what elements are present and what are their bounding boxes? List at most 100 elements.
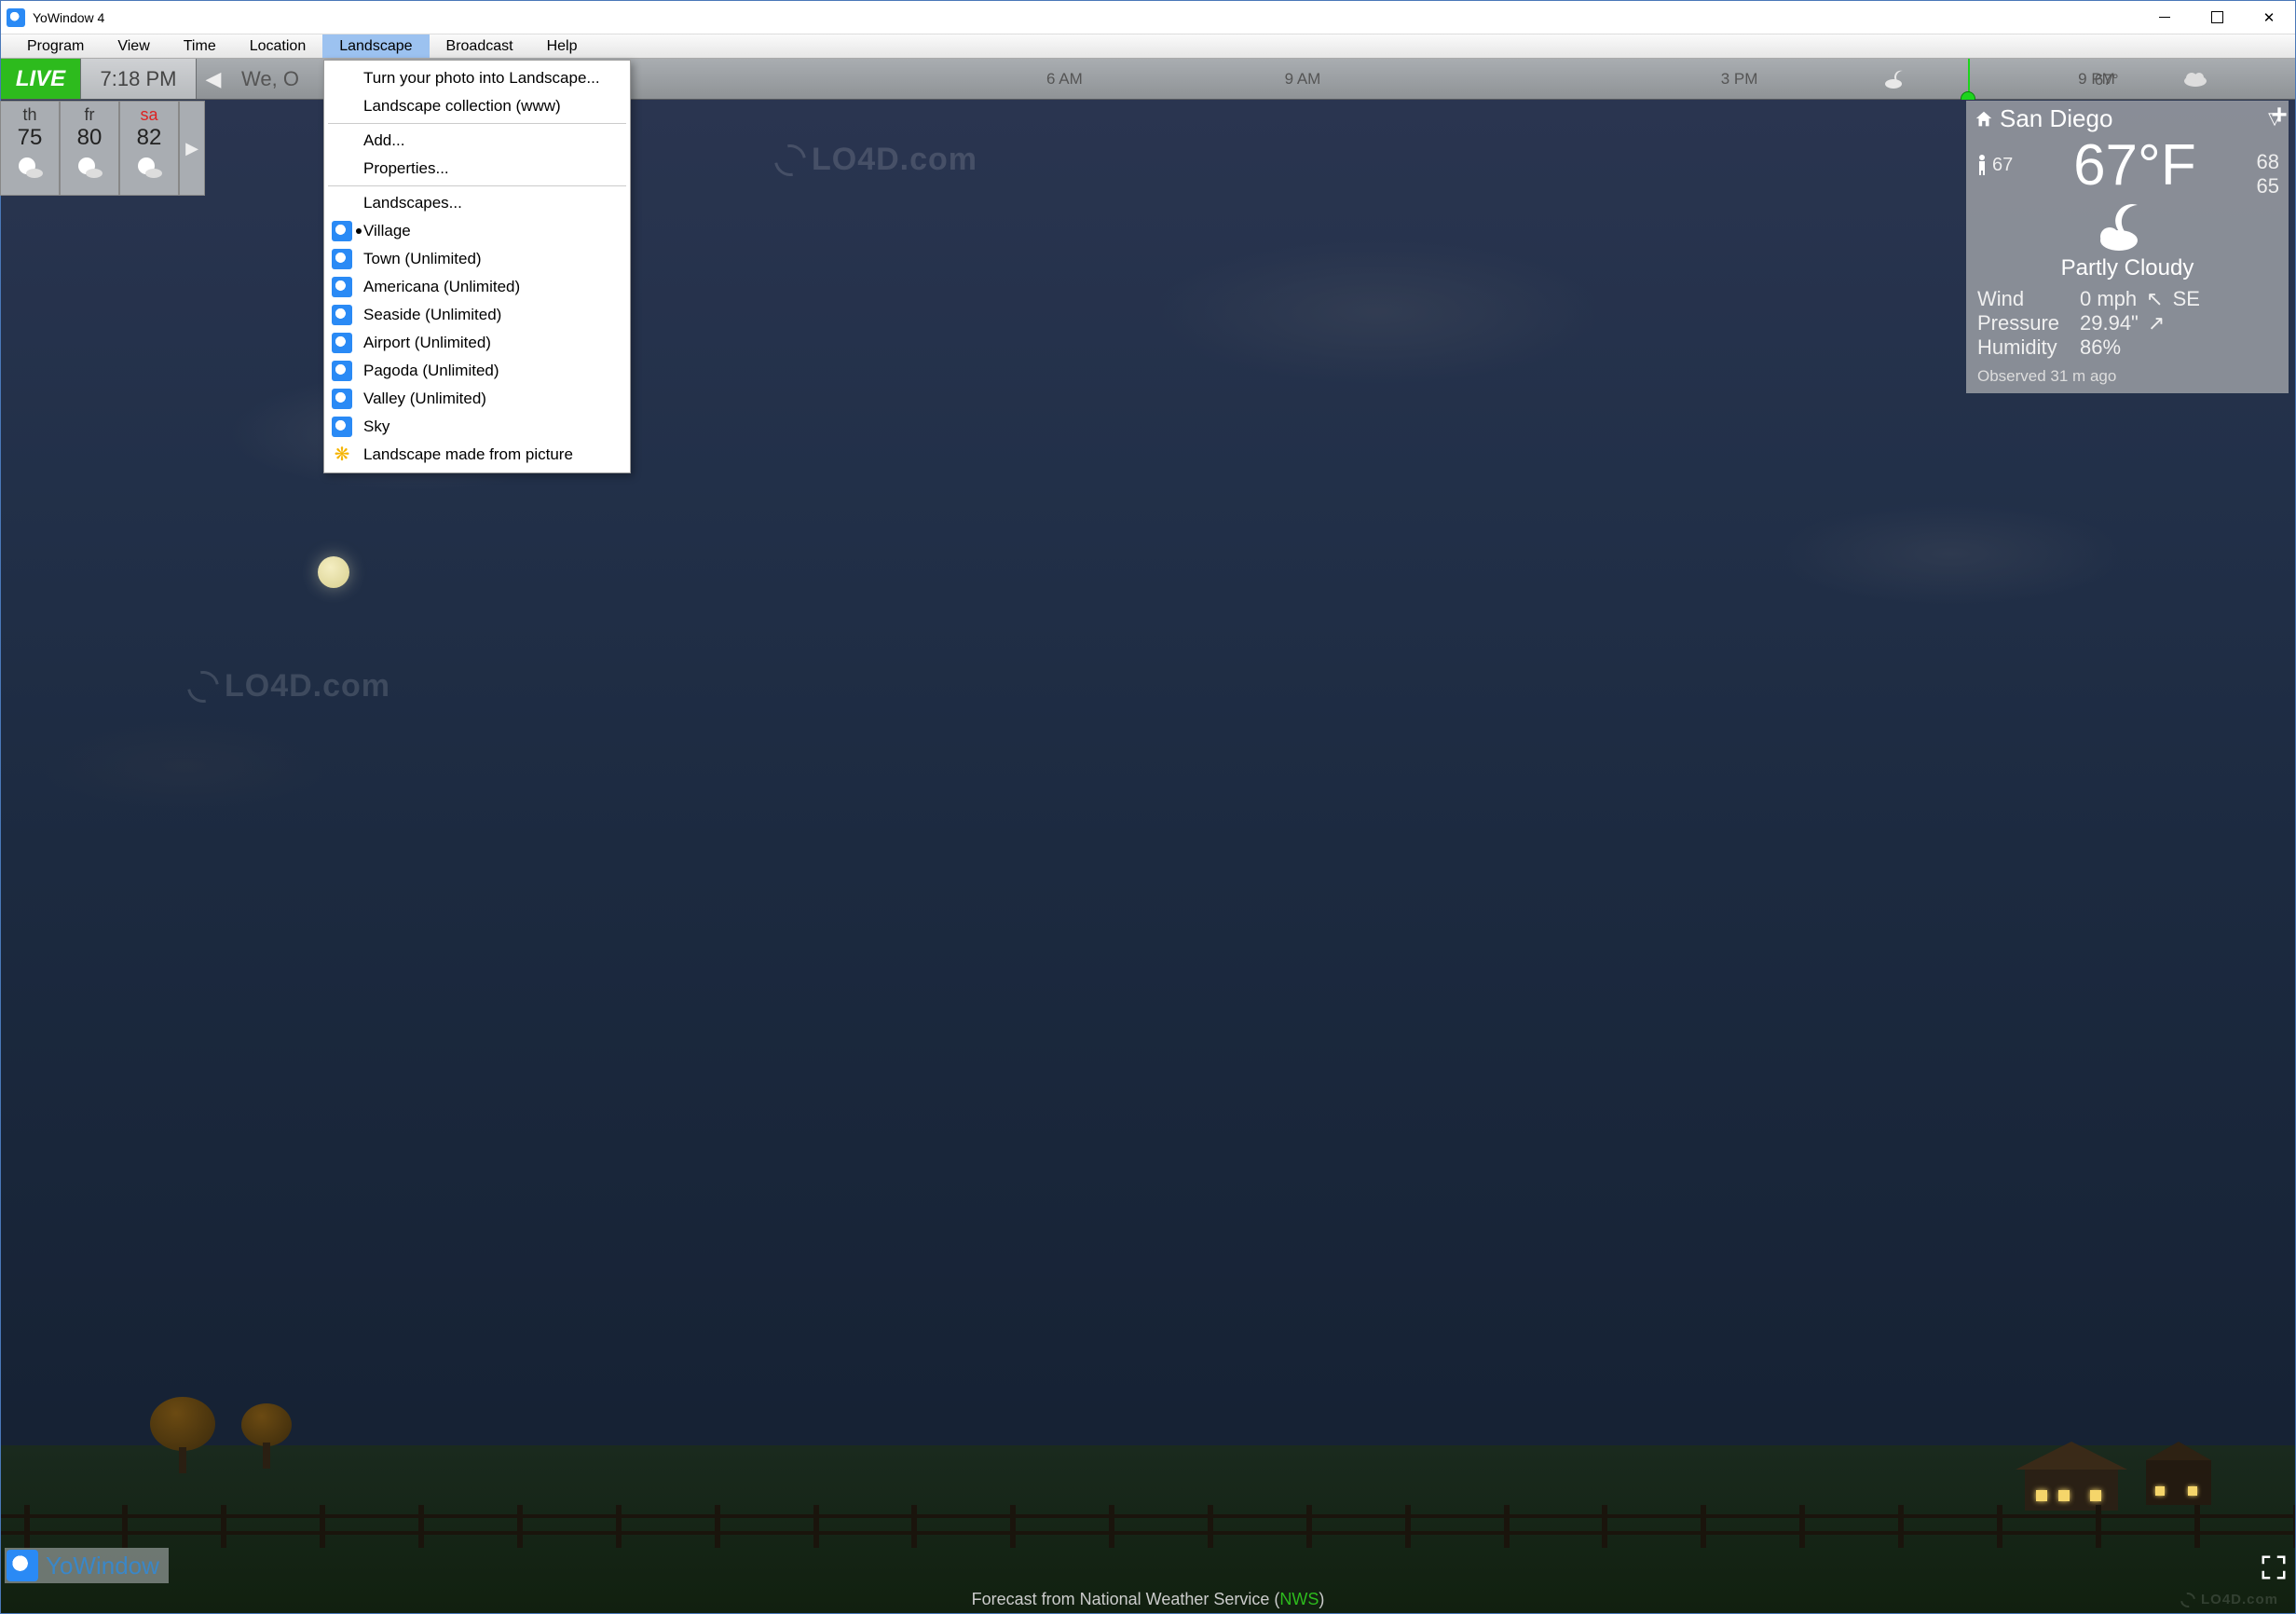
- condition-text: Partly Cloudy: [1966, 255, 2289, 281]
- wind-arrow-icon: ↖: [2146, 287, 2163, 311]
- add-location-button[interactable]: +: [2266, 103, 2292, 129]
- forecast-temp: 82: [137, 125, 162, 151]
- dropdown-item-label: Americana (Unlimited): [363, 278, 520, 295]
- barn: [2146, 1460, 2211, 1505]
- dropdown-item-label: Pagoda (Unlimited): [363, 362, 499, 379]
- timeline-tick: 9 AM: [1285, 70, 1321, 89]
- dropdown-item[interactable]: Landscapes...: [324, 189, 630, 217]
- cloud-icon: [2182, 71, 2208, 88]
- status-bar: Forecast from National Weather Service (…: [1, 1585, 2295, 1613]
- dropdown-item[interactable]: Pagoda (Unlimited): [324, 357, 630, 385]
- forecast-row: th 75 fr 80 sa 82 ▶: [0, 101, 205, 196]
- menubar: Program View Time Location Landscape Bro…: [1, 34, 2295, 59]
- landscape-icon: [332, 221, 352, 241]
- dropdown-item-label: Sky: [363, 417, 390, 435]
- sun-cloud-icon: [74, 155, 105, 181]
- flower-icon: [332, 445, 352, 465]
- temperature-main: 67°F: [2013, 137, 2256, 195]
- landscape-dropdown: Turn your photo into Landscape... Landsca…: [323, 60, 631, 473]
- prev-day-button[interactable]: ◀: [197, 59, 230, 99]
- forecast-card[interactable]: fr 80: [60, 101, 119, 196]
- dropdown-item[interactable]: Town (Unlimited): [324, 245, 630, 273]
- tree: [150, 1399, 215, 1473]
- temperature-value: 67°F: [2013, 137, 2256, 195]
- sun-cloud-icon: [133, 155, 165, 181]
- window-title: YoWindow 4: [33, 10, 104, 25]
- watermark: LO4D.com: [187, 668, 390, 704]
- maximize-button[interactable]: [2191, 1, 2243, 34]
- forecast-card[interactable]: sa 82: [119, 101, 179, 196]
- home-icon: [1974, 109, 1994, 130]
- brand-badge[interactable]: YoWindow: [5, 1548, 169, 1583]
- high-temp: 68: [2257, 150, 2279, 174]
- close-button[interactable]: [2243, 1, 2295, 34]
- timeline-now-marker[interactable]: [1968, 59, 1970, 99]
- current-date[interactable]: We, O: [230, 59, 310, 99]
- dropdown-item[interactable]: Landscape made from picture: [324, 441, 630, 469]
- fullscreen-button[interactable]: [2260, 1553, 2288, 1581]
- forecast-day: th: [22, 105, 36, 125]
- dropdown-item[interactable]: Americana (Unlimited): [324, 273, 630, 301]
- forecast-temp: 75: [18, 125, 43, 151]
- forecast-temp: 80: [77, 125, 102, 151]
- forecast-more-button[interactable]: ▶: [179, 101, 205, 196]
- menu-view[interactable]: View: [101, 34, 166, 58]
- minimize-button[interactable]: [2139, 1, 2191, 34]
- dropdown-item[interactable]: Turn your photo into Landscape...: [324, 64, 630, 92]
- menu-separator: [328, 123, 626, 124]
- landscape-icon: [332, 249, 352, 269]
- dropdown-item-label: Airport (Unlimited): [363, 334, 491, 351]
- low-temp: 65: [2257, 174, 2279, 198]
- moon: [318, 556, 349, 588]
- menu-broadcast[interactable]: Broadcast: [430, 34, 530, 58]
- nws-link[interactable]: NWS: [1279, 1590, 1319, 1608]
- landscape-icon: [332, 277, 352, 297]
- dropdown-item-label: Properties...: [363, 159, 449, 177]
- high-low: 68 65: [2257, 150, 2279, 199]
- menu-location[interactable]: Location: [233, 34, 323, 58]
- dropdown-item-label: Village: [363, 222, 411, 239]
- weather-panel: San Diego ▽ 67 67°F 68 65 Partly Cloudy …: [1966, 101, 2289, 393]
- dropdown-item[interactable]: Airport (Unlimited): [324, 329, 630, 357]
- menu-separator: [328, 185, 626, 186]
- condition-icon: [2095, 201, 2160, 253]
- dropdown-item-label: Turn your photo into Landscape...: [363, 69, 600, 87]
- app-window: YoWindow 4 Program View Time Location La…: [0, 0, 2296, 1614]
- forecast-day: sa: [140, 105, 157, 125]
- person-icon: [1975, 154, 1988, 176]
- tree: [234, 1394, 299, 1469]
- window-controls: [2139, 1, 2295, 34]
- dropdown-item[interactable]: Add...: [324, 127, 630, 155]
- forecast-card[interactable]: th 75: [0, 101, 60, 196]
- brand-text: YoWindow: [46, 1552, 159, 1580]
- dropdown-item[interactable]: Seaside (Unlimited): [324, 301, 630, 329]
- dropdown-item[interactable]: Valley (Unlimited): [324, 385, 630, 413]
- timeline-tick: 3 PM: [1721, 70, 1758, 89]
- dropdown-item-label: Town (Unlimited): [363, 250, 482, 267]
- live-badge[interactable]: LIVE: [1, 59, 81, 99]
- dropdown-item[interactable]: Properties...: [324, 155, 630, 183]
- observed-time: Observed 31 m ago: [1966, 367, 2289, 393]
- location-name: San Diego: [2000, 104, 2112, 133]
- menu-time[interactable]: Time: [167, 34, 233, 58]
- forecast-credit: Forecast from National Weather Service (…: [1, 1590, 2295, 1609]
- app-icon: [7, 8, 25, 27]
- dropdown-item-label: Landscapes...: [363, 194, 462, 212]
- menu-help[interactable]: Help: [530, 34, 594, 58]
- forecast-day: fr: [85, 105, 95, 125]
- landscape-icon: [332, 417, 352, 437]
- moon-cloud-icon: [1884, 69, 1912, 89]
- dropdown-item[interactable]: Landscape collection (www): [324, 92, 630, 120]
- dropdown-item[interactable]: Village: [324, 217, 630, 245]
- landscape-icon: [332, 305, 352, 325]
- dropdown-item-label: Valley (Unlimited): [363, 390, 486, 407]
- dropdown-item-label: Seaside (Unlimited): [363, 306, 501, 323]
- brand-icon: [7, 1550, 38, 1581]
- dropdown-item-label: Landscape made from picture: [363, 445, 573, 463]
- location-selector[interactable]: San Diego ▽: [1966, 101, 2289, 137]
- menu-landscape[interactable]: Landscape: [322, 34, 429, 58]
- menu-program[interactable]: Program: [10, 34, 101, 58]
- fence: [1, 1505, 2295, 1548]
- dropdown-item[interactable]: Sky: [324, 413, 630, 441]
- current-time[interactable]: 7:18 PM: [81, 59, 197, 99]
